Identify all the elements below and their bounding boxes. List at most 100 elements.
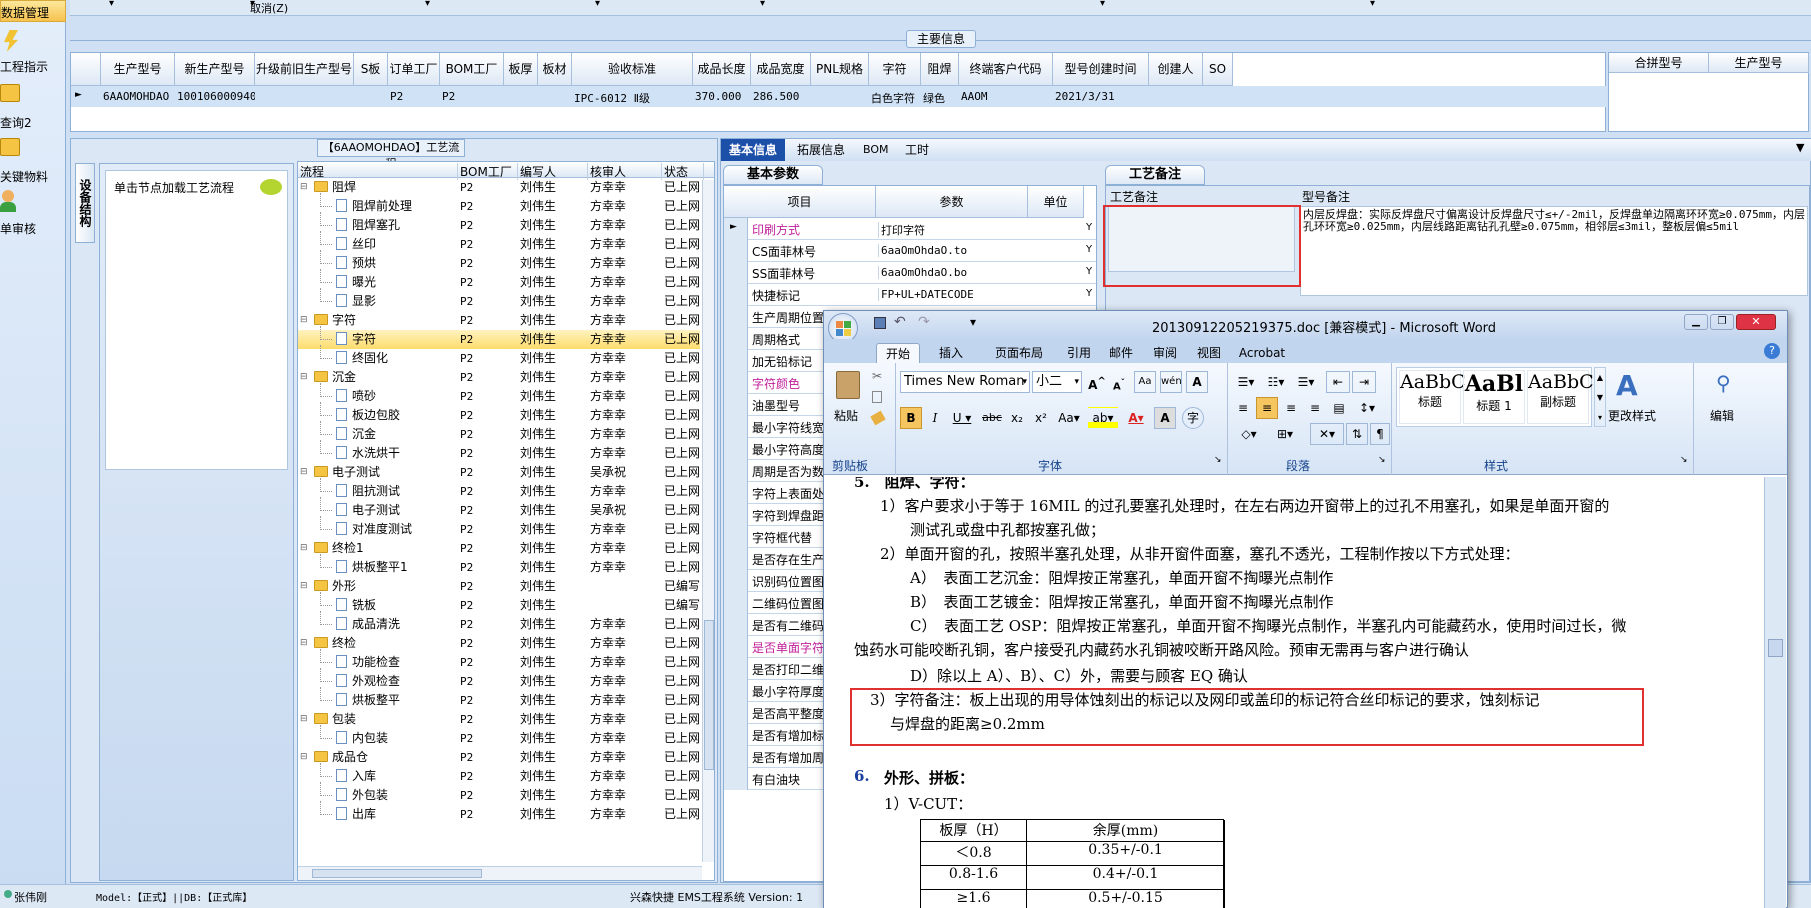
dropdown-arrow-icon[interactable]: ▾ <box>595 0 600 9</box>
tree-node[interactable]: 成品仓 <box>314 748 454 767</box>
char-shading-button[interactable]: A <box>1154 407 1176 429</box>
grid-col-header[interactable]: 阻焊 <box>921 53 959 86</box>
dialog-launcher-icon[interactable]: ↘ <box>1378 455 1386 465</box>
scroll-thumb[interactable] <box>1768 639 1783 657</box>
tree-row[interactable]: ⊟ 沉金 P2 刘伟生 方幸幸 已上网 <box>298 368 700 387</box>
bullets-button[interactable]: ☰▾ <box>1232 371 1260 393</box>
numbering-button[interactable]: ☷▾ <box>1262 371 1290 393</box>
decrease-indent-button[interactable]: ⇤ <box>1326 371 1350 393</box>
grid-col-header[interactable]: 成品宽度 <box>751 53 811 86</box>
tab-bom[interactable]: BOM <box>855 139 897 161</box>
side-tab-equipment[interactable]: 设备结构 <box>75 163 95 243</box>
param-value[interactable]: FP+UL+DATECODE <box>878 288 1028 301</box>
tree-node[interactable]: 成品清洗 <box>336 615 454 634</box>
tree-node[interactable]: 曝光 <box>336 273 454 292</box>
tree-node[interactable]: 电子测试 <box>314 463 454 482</box>
tree-node[interactable]: 沉金 <box>314 368 454 387</box>
grid-col-header[interactable]: 字符 <box>869 53 921 86</box>
restore-button[interactable]: ❐ <box>1710 314 1734 330</box>
collapse-icon[interactable]: ⊟ <box>300 634 308 653</box>
grid-col-header[interactable]: S板 <box>354 53 388 86</box>
binoculars-icon[interactable]: ⚲ <box>1716 371 1731 395</box>
tree-row[interactable]: 水洗烘干 P2 刘伟生 方幸幸 已上网 <box>298 440 700 463</box>
sort-button[interactable]: ⇅ <box>1346 423 1368 445</box>
nav-item-data-management[interactable]: 数据管理 <box>0 0 66 22</box>
phonetic-button[interactable]: wén <box>1160 371 1182 393</box>
grid-col-header[interactable]: 新生产型号 <box>175 53 255 86</box>
shrink-font-button[interactable]: Aˇ <box>1108 371 1130 393</box>
close-button[interactable]: ✕ <box>1736 314 1776 330</box>
collapse-icon[interactable]: ⊟ <box>300 539 308 558</box>
ribbon-tab[interactable]: 插入 <box>926 343 976 363</box>
tree-node[interactable]: 沉金 <box>336 425 454 444</box>
tree-row[interactable]: ⊟ 包装 P2 刘伟生 方幸幸 已上网 <box>298 710 700 729</box>
justify-button[interactable]: ≡ <box>1304 397 1326 419</box>
collapse-icon[interactable]: ⊟ <box>300 710 308 729</box>
grow-font-button[interactable]: A^ <box>1086 371 1108 393</box>
collapse-icon[interactable]: ⊟ <box>300 368 308 387</box>
tab-process-remark[interactable]: 工艺备注 <box>1105 165 1205 185</box>
tab-labor-hours[interactable]: 工时 <box>897 139 937 161</box>
param-row[interactable]: CS面菲林号 6aaOmOhdaO.to Y <box>724 240 1096 262</box>
tree-row[interactable]: ⊟ 终检1 P2 刘伟生 方幸幸 已上网 <box>298 539 700 558</box>
model-remark-text[interactable]: 内层反焊盘：实际反焊盘尺寸偏离设计反焊盘尺寸≤+/-2mil，反焊盘单边隔离环环… <box>1300 206 1808 296</box>
style-subtitle[interactable]: AaBbC 副标题 <box>1527 370 1594 424</box>
tree-row[interactable]: ⊟ 成品仓 P2 刘伟生 方幸幸 已上网 <box>298 748 700 767</box>
tree-row[interactable]: 对准度测试 P2 刘伟生 方幸幸 已上网 <box>298 516 700 539</box>
redo-icon[interactable]: ↷ <box>918 314 930 330</box>
grid-col-header[interactable]: SO <box>1203 53 1233 86</box>
paste-icon[interactable] <box>836 371 860 399</box>
tree-row[interactable]: 终固化 P2 刘伟生 方幸幸 已上网 <box>298 345 700 368</box>
tree-row[interactable]: 显影 P2 刘伟生 方幸幸 已上网 <box>298 288 700 311</box>
grid-col-header[interactable]: 板厚 <box>504 53 538 86</box>
tree-node[interactable]: 对准度测试 <box>336 520 454 539</box>
grid-col-header[interactable]: 成品长度 <box>693 53 751 86</box>
table-row[interactable]: ► 6AAOMOHDAO 10010600094086 P2 P2 IPC-6012 Ⅱ级… <box>71 86 1607 107</box>
cancel-button[interactable]: 取消(Z) <box>250 0 288 16</box>
paste-button[interactable]: 粘贴 <box>834 407 858 424</box>
font-name-select[interactable]: Times New Roman ▾ <box>900 371 1030 393</box>
ribbon-tab[interactable]: 开始 <box>876 343 920 363</box>
grid-col-header[interactable]: 订单工厂 <box>388 53 440 86</box>
nav-item-query[interactable]: 查询2 <box>0 84 66 130</box>
copy-icon[interactable] <box>872 391 882 403</box>
tree-node[interactable]: 烘板整平 <box>336 691 454 710</box>
grid-col-header[interactable]: 生产型号 <box>101 53 175 86</box>
document-vscrollbar[interactable] <box>1764 477 1786 908</box>
tree-node[interactable]: 外形 <box>314 577 454 596</box>
dropdown-arrow-icon[interactable]: ▾ <box>1100 0 1105 9</box>
dropdown-arrow-icon[interactable]: ▾ <box>760 0 765 9</box>
style-heading1[interactable]: AaBl 标题 1 <box>1463 370 1525 424</box>
tab-basic-params[interactable]: 基本参数 <box>723 165 823 185</box>
tree-row[interactable]: 板边包胶 P2 刘伟生 方幸幸 已上网 <box>298 402 700 425</box>
tree-node[interactable]: 电子测试 <box>336 501 454 520</box>
help-icon[interactable]: ? <box>1764 343 1780 359</box>
scroll-thumb[interactable] <box>312 869 482 878</box>
tree-node[interactable]: 终固化 <box>336 349 454 368</box>
grid-col-header[interactable]: 终端客户代码 <box>959 53 1053 86</box>
grid-col-header[interactable]: 型号创建时间 <box>1053 53 1149 86</box>
tree-row[interactable]: ⊟ 终检 P2 刘伟生 方幸幸 已上网 <box>298 634 700 653</box>
tree-node[interactable]: 阻抗测试 <box>336 482 454 501</box>
dialog-launcher-icon[interactable]: ↘ <box>1680 455 1688 465</box>
char-border-button[interactable]: A <box>1186 371 1208 393</box>
tree-node[interactable]: 喷砂 <box>336 387 454 406</box>
grid-col-header[interactable]: 验收标准 <box>572 53 693 86</box>
scroll-thumb[interactable] <box>704 620 714 770</box>
ribbon-tab[interactable]: 页面布局 <box>984 343 1054 363</box>
tree-row[interactable]: 曝光 P2 刘伟生 方幸幸 已上网 <box>298 269 700 292</box>
nav-item-audit[interactable]: 单审核 <box>0 190 66 236</box>
font-color-button[interactable]: A▾ <box>1122 407 1150 429</box>
tree-node[interactable]: 字符 <box>314 311 454 330</box>
change-case-button[interactable]: Aa▾ <box>1054 407 1084 429</box>
show-marks-button[interactable]: ¶ <box>1370 423 1390 445</box>
save-icon[interactable] <box>874 317 886 329</box>
ribbon-tab[interactable]: 视图 <box>1190 343 1228 363</box>
tree-row[interactable]: 入库 P2 刘伟生 方幸幸 已上网 <box>298 763 700 786</box>
tree-row[interactable]: 烘板整平 P2 刘伟生 方幸幸 已上网 <box>298 687 700 710</box>
tree-node[interactable]: 阻焊前处理 <box>336 197 454 216</box>
collapse-icon[interactable]: ⊟ <box>300 577 308 596</box>
tree-row[interactable]: 电子测试 P2 刘伟生 吴承祝 已上网 <box>298 497 700 520</box>
grid-col-header[interactable]: 创建人 <box>1149 53 1203 86</box>
tree-row[interactable]: 铣板 P2 刘伟生 已编写 <box>298 592 700 615</box>
